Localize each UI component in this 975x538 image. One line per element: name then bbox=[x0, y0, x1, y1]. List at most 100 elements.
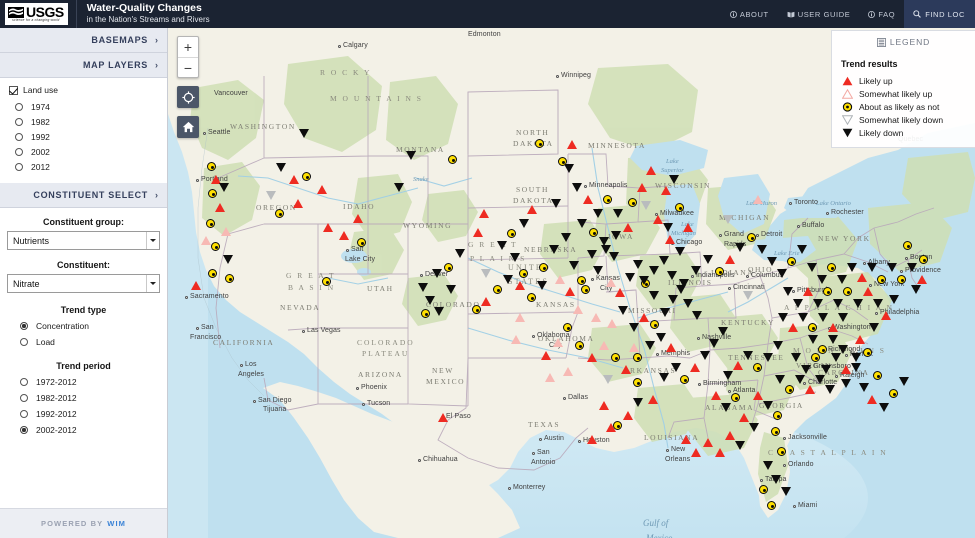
radio-1992[interactable] bbox=[15, 133, 23, 141]
powered-by-label: POWERED BY bbox=[41, 519, 104, 528]
zoom-in-button[interactable]: + bbox=[178, 37, 198, 57]
chevron-down-icon[interactable] bbox=[146, 275, 159, 292]
land-use-year-1982-label: 1982 bbox=[31, 117, 50, 127]
trend-period-1972-2012[interactable]: 1972-2012 bbox=[20, 377, 160, 387]
land-use-year-2012-label: 2012 bbox=[31, 162, 50, 172]
sidebar-section-basemaps[interactable]: BASEMAPS › bbox=[0, 28, 167, 53]
nav-user-guide[interactable]: USER GUIDE bbox=[778, 0, 860, 28]
sidebar: BASEMAPS › MAP LAYERS › Land use 1974 19… bbox=[0, 28, 168, 538]
home-button[interactable] bbox=[177, 116, 199, 138]
zoom-out-button[interactable]: − bbox=[178, 57, 198, 77]
info-icon bbox=[729, 10, 737, 18]
radio-2002[interactable] bbox=[15, 148, 23, 156]
radio-concentration[interactable] bbox=[20, 322, 28, 330]
usgs-tagline: science for a changing world bbox=[12, 18, 60, 22]
trend-type-load[interactable]: Load bbox=[20, 337, 160, 347]
usgs-wave-icon bbox=[8, 6, 24, 18]
radio-2012[interactable] bbox=[15, 163, 23, 171]
trend-period-1982-2012[interactable]: 1982-2012 bbox=[20, 393, 160, 403]
trend-period-1992-2012[interactable]: 1992-2012 bbox=[20, 409, 160, 419]
find-location-label: FIND LOC bbox=[925, 9, 965, 19]
land-use-year-1982[interactable]: 1982 bbox=[15, 117, 167, 127]
page-title-line1: Water-Quality Changes bbox=[86, 2, 202, 14]
map-layers-label: MAP LAYERS bbox=[82, 60, 148, 70]
radio-1992-2012[interactable] bbox=[20, 410, 28, 418]
trend-type-title: Trend type bbox=[60, 305, 107, 315]
nav-about[interactable]: ABOUT bbox=[721, 0, 778, 28]
constituent-select-label: CONSTITUENT SELECT bbox=[33, 190, 148, 200]
constituent-group-value: Nutrients bbox=[13, 235, 50, 246]
legend-title: Trend results bbox=[841, 59, 898, 69]
trend-period-1972-2012-label: 1972-2012 bbox=[36, 377, 77, 387]
basemaps-label: BASEMAPS bbox=[91, 35, 148, 45]
land-use-year-1992-label: 1992 bbox=[31, 132, 50, 142]
info-icon bbox=[868, 10, 876, 18]
page-title: Water-Quality Changes in the Nation's St… bbox=[87, 3, 210, 25]
legend-panel: LEGEND Trend results Likely up Somewhat … bbox=[831, 30, 975, 148]
legend-item-likely-down-label: Likely down bbox=[859, 127, 904, 138]
land-use-year-1974[interactable]: 1974 bbox=[15, 102, 167, 112]
legend-header-label: LEGEND bbox=[889, 37, 931, 47]
legend-item-somewhat-likely-down: Somewhat likely down bbox=[841, 113, 975, 126]
usgs-logo[interactable]: USGS science for a changing world bbox=[5, 3, 68, 25]
radio-1982-2012[interactable] bbox=[20, 394, 28, 402]
legend-item-likely-up-label: Likely up bbox=[859, 75, 893, 86]
radio-1972-2012[interactable] bbox=[20, 378, 28, 386]
chevron-right-icon: › bbox=[155, 60, 158, 70]
legend-header[interactable]: LEGEND bbox=[832, 31, 975, 53]
constituent-select[interactable]: Nitrate bbox=[7, 274, 160, 293]
nav-faq[interactable]: FAQ bbox=[859, 0, 904, 28]
app-header: USGS science for a changing world Water-… bbox=[0, 0, 975, 28]
land-use-checkbox-row[interactable]: Land use bbox=[9, 85, 167, 95]
legend-item-likely-up: Likely up bbox=[841, 74, 975, 87]
radio-load[interactable] bbox=[20, 338, 28, 346]
nav-faq-label: FAQ bbox=[878, 9, 896, 19]
page-title-line2: in the Nation's Streams and Rivers bbox=[86, 15, 210, 24]
triangle-up-filled-icon bbox=[841, 76, 853, 86]
book-icon bbox=[787, 11, 795, 17]
trend-period-2002-2012[interactable]: 2002-2012 bbox=[20, 425, 160, 435]
radio-1974[interactable] bbox=[15, 103, 23, 111]
sidebar-section-constituent-select[interactable]: CONSTITUENT SELECT › bbox=[0, 183, 167, 208]
trend-type-concentration[interactable]: Concentration bbox=[20, 321, 160, 331]
zoom-control-group: + − bbox=[177, 36, 199, 78]
header-divider bbox=[75, 0, 77, 28]
trend-type-concentration-label: Concentration bbox=[36, 321, 89, 331]
land-use-year-2002[interactable]: 2002 bbox=[15, 147, 167, 157]
nav-user-guide-label: USER GUIDE bbox=[797, 9, 851, 19]
find-location-button[interactable]: FIND LOC bbox=[904, 0, 975, 28]
sidebar-footer: POWERED BY WIM bbox=[0, 508, 167, 538]
locate-button[interactable] bbox=[177, 86, 199, 108]
land-use-year-1974-label: 1974 bbox=[31, 102, 50, 112]
land-use-year-2012[interactable]: 2012 bbox=[15, 162, 167, 172]
triangle-down-filled-icon bbox=[841, 128, 853, 138]
trend-type-options: Concentration Load bbox=[7, 321, 160, 347]
constituent-select-body: Constituent group: Nutrients Constituent… bbox=[0, 208, 167, 451]
sidebar-section-map-layers[interactable]: MAP LAYERS › bbox=[0, 53, 167, 78]
map-layers-body: Land use 1974 1982 1992 2002 2012 bbox=[0, 78, 167, 183]
trend-period-options: 1972-2012 1982-2012 1992-2012 2002-2012 bbox=[7, 377, 160, 435]
triangle-up-outline-icon bbox=[841, 88, 853, 99]
map-viewport[interactable]: UNITED STATES WASHINGTON OREGON IDAHO MONTANA… bbox=[168, 28, 975, 538]
land-use-label: Land use bbox=[23, 85, 58, 95]
constituent-group-label: Constituent group: bbox=[43, 217, 124, 227]
trend-period-2002-2012-label: 2002-2012 bbox=[36, 425, 77, 435]
usgs-wordmark: USGS bbox=[26, 4, 64, 20]
constituent-group-select[interactable]: Nutrients bbox=[7, 231, 160, 250]
map-controls: + − bbox=[177, 36, 199, 138]
constituent-value: Nitrate bbox=[13, 278, 40, 289]
land-use-year-1992[interactable]: 1992 bbox=[15, 132, 167, 142]
land-use-checkbox[interactable] bbox=[9, 85, 18, 95]
triangle-down-outline-icon bbox=[841, 114, 853, 125]
home-icon bbox=[182, 121, 194, 133]
search-icon bbox=[913, 10, 922, 18]
legend-item-somewhat-likely-down-label: Somewhat likely down bbox=[859, 114, 944, 125]
trend-period-1992-2012-label: 1992-2012 bbox=[36, 409, 77, 419]
radio-1982[interactable] bbox=[15, 118, 23, 126]
legend-body: Trend results Likely up Somewhat likely … bbox=[832, 53, 975, 139]
trend-period-title: Trend period bbox=[56, 361, 111, 371]
radio-2002-2012[interactable] bbox=[20, 426, 28, 434]
legend-item-about-as-likely-as-not-label: About as likely as not bbox=[859, 101, 940, 112]
wim-brand-link[interactable]: WIM bbox=[107, 519, 126, 528]
chevron-down-icon[interactable] bbox=[146, 232, 159, 249]
